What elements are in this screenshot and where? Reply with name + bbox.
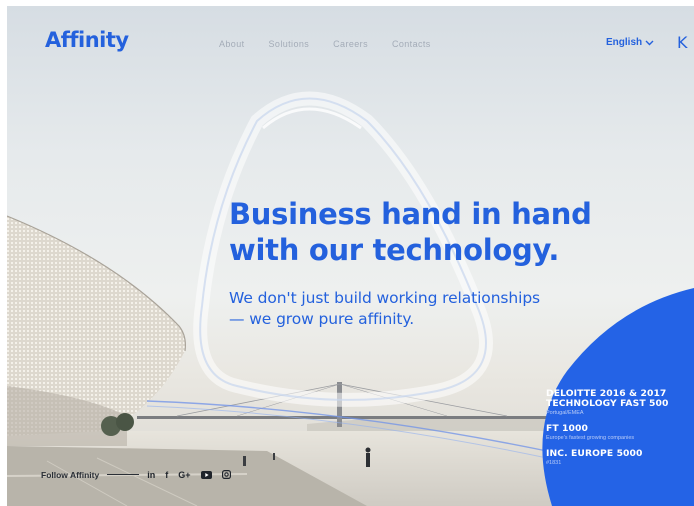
award-title: FT 1000 xyxy=(546,423,589,434)
facebook-icon[interactable]: f xyxy=(165,469,168,480)
awards-list: DELOITTE 2016 & 2017 TECHNOLOGY FAST 500… xyxy=(546,389,694,474)
follow-label: Follow Affinity xyxy=(41,469,100,480)
instagram-icon[interactable] xyxy=(221,469,231,480)
linkedin-icon[interactable]: in xyxy=(147,469,155,480)
hero-section: Affinity About Solutions Careers Contact… xyxy=(7,6,694,506)
hero-headline: Business hand in hand with our technolog… xyxy=(229,196,609,268)
award-subtitle: Portugal/EMEA xyxy=(546,410,584,416)
award-item: INC. EUROPE 5000 #1831 xyxy=(546,449,694,467)
nav-item-solutions[interactable]: Solutions xyxy=(269,39,310,49)
social-links: in f G+ xyxy=(147,469,231,480)
nav-item-careers[interactable]: Careers xyxy=(333,39,368,49)
main-nav: About Solutions Careers Contacts xyxy=(219,39,431,49)
follow-bar: Follow Affinity in f G+ xyxy=(41,469,231,480)
hero-subheadline: We don't just build working relationship… xyxy=(229,288,589,330)
award-item: DELOITTE 2016 & 2017 TECHNOLOGY FAST 500… xyxy=(546,389,694,417)
award-title: TECHNOLOGY FAST 500 xyxy=(546,398,669,409)
menu-mark-icon[interactable]: K xyxy=(677,33,688,52)
hero-headline-line-1: Business hand in hand xyxy=(229,197,592,231)
award-title: INC. EUROPE 5000 xyxy=(546,448,643,459)
youtube-icon[interactable] xyxy=(200,469,212,480)
language-label: English xyxy=(606,37,643,48)
hero-headline-line-2: with our technology. xyxy=(229,233,560,267)
follow-divider xyxy=(107,474,140,475)
award-subtitle: Europe's fastest growing companies xyxy=(546,435,635,441)
hero-subheadline-line-2: — we grow pure affinity. xyxy=(229,310,415,328)
language-selector[interactable]: English xyxy=(606,37,654,48)
site-logo[interactable]: Affinity xyxy=(45,28,129,52)
award-subtitle: #1831 xyxy=(546,460,562,466)
award-item: FT 1000 Europe's fastest growing compani… xyxy=(546,424,694,442)
google-plus-icon[interactable]: G+ xyxy=(178,469,190,480)
nav-item-about[interactable]: About xyxy=(219,39,245,49)
chevron-down-icon xyxy=(645,40,654,45)
hero-subheadline-line-1: We don't just build working relationship… xyxy=(229,289,541,307)
nav-item-contacts[interactable]: Contacts xyxy=(392,39,431,49)
